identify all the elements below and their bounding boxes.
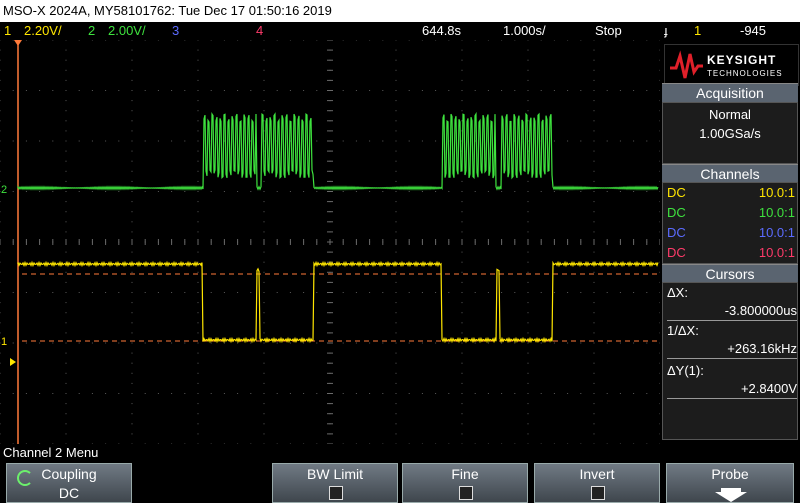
menu-title: Channel 2 Menu [0,444,800,461]
trigger-edge-icon: ɟ [664,23,668,38]
trigger-time-marker-icon [14,40,22,46]
keysight-wave-icon [670,50,703,79]
cursor-dx: ΔX: -3.800000us [667,285,797,321]
fine-softkey[interactable]: Fine [402,463,528,503]
invert-label: Invert [579,466,615,482]
ch1-trigger-level-marker-icon [10,358,16,366]
ch3-probe: 10.0:1 [758,225,795,240]
cursor-inverse-dx: 1/ΔX: +263.16kHz [667,323,797,359]
channel-row-3: DC 10.0:1 [665,223,795,243]
inv-dx-value: +263.16kHz [727,341,797,356]
bw-limit-label: BW Limit [307,466,363,482]
horizontal-delay[interactable]: 644.8s [422,22,461,40]
acquisition-mode: Normal [709,107,751,122]
fine-label: Fine [451,466,479,482]
run-state[interactable]: Stop [595,22,622,40]
graticule-grid [0,40,660,444]
coupling-value: DC [58,485,80,501]
brand-subtitle: TECHNOLOGIES [707,69,783,78]
ch4-probe: 10.0:1 [758,245,795,260]
channels-box: DC 10.0:1 DC 10.0:1 DC 10.0:1 DC 10.0:1 [662,182,798,264]
ch4-number[interactable]: 4 [256,22,263,40]
probe-label: Probe [711,466,749,482]
dx-label: ΔX: [667,285,688,300]
keysight-logo: KEYSIGHT TECHNOLOGIES [664,44,799,86]
channel-row-4: DC 10.0:1 [665,243,795,263]
dy-label: ΔY(1): [667,363,704,378]
ch3-number[interactable]: 3 [172,22,179,40]
bw-limit-softkey[interactable]: BW Limit [272,463,398,503]
brand-name: KEYSIGHT [707,53,777,67]
window-title: MSO-X 2024A, MY58101762: Tue Dec 17 01:5… [0,0,800,22]
fine-checkbox[interactable] [459,486,473,500]
down-arrow-icon [715,488,747,502]
waveform-graticule: 2 1 [0,40,660,444]
trigger-channel[interactable]: 1 [694,22,701,40]
ch2-coupling: DC [667,205,686,220]
ch1-probe: 10.0:1 [758,185,795,200]
acquisition-box: Normal 1.00GSa/s [662,102,798,164]
channel-row-2: DC 10.0:1 [665,203,795,223]
channels-header[interactable]: Channels [662,164,798,183]
ch2-probe: 10.0:1 [758,205,795,220]
waveform-display[interactable]: 2 1 [0,40,660,444]
cursors-box: ΔX: -3.800000us 1/ΔX: +263.16kHz ΔY(1): … [662,282,798,440]
sample-rate: 1.00GSa/s [699,126,761,141]
ch2-ground-marker: 2 [1,184,7,196]
cursor-dy: ΔY(1): +2.8400V [667,363,797,399]
ch1-number[interactable]: 1 [4,22,11,40]
softkey-bar: Coupling DC BW Limit Fine Invert Probe [0,461,800,503]
ch2-number[interactable]: 2 [88,22,95,40]
cursors-header[interactable]: Cursors [662,264,798,283]
bw-limit-checkbox[interactable] [329,486,343,500]
dx-value: -3.800000us [724,303,797,318]
ch3-coupling: DC [667,225,686,240]
probe-softkey[interactable]: Probe [666,463,794,503]
timebase[interactable]: 1.000s/ [503,22,546,40]
invert-softkey[interactable]: Invert [534,463,660,503]
coupling-softkey[interactable]: Coupling DC [6,463,132,503]
ch2-waveform [17,111,659,191]
invert-checkbox[interactable] [591,486,605,500]
ch2-scale[interactable]: 2.00V/ [108,22,146,40]
trigger-level[interactable]: -945 [740,22,766,40]
acquisition-header[interactable]: Acquisition [662,83,798,102]
ch1-coupling: DC [667,185,686,200]
channel-row-1: DC 10.0:1 [665,183,795,203]
ch1-scale[interactable]: 2.20V/ [24,22,62,40]
dy-value: +2.8400V [740,381,797,396]
ch4-coupling: DC [667,245,686,260]
inv-dx-label: 1/ΔX: [667,323,699,338]
ch1-ground-marker: 1 [1,336,7,348]
right-info-panel: KEYSIGHT TECHNOLOGIES Acquisition Normal… [660,40,800,444]
coupling-label: Coupling [41,466,97,482]
status-bar: 1 2.20V/ 2 2.00V/ 3 4 644.8s 1.000s/ Sto… [0,22,800,40]
